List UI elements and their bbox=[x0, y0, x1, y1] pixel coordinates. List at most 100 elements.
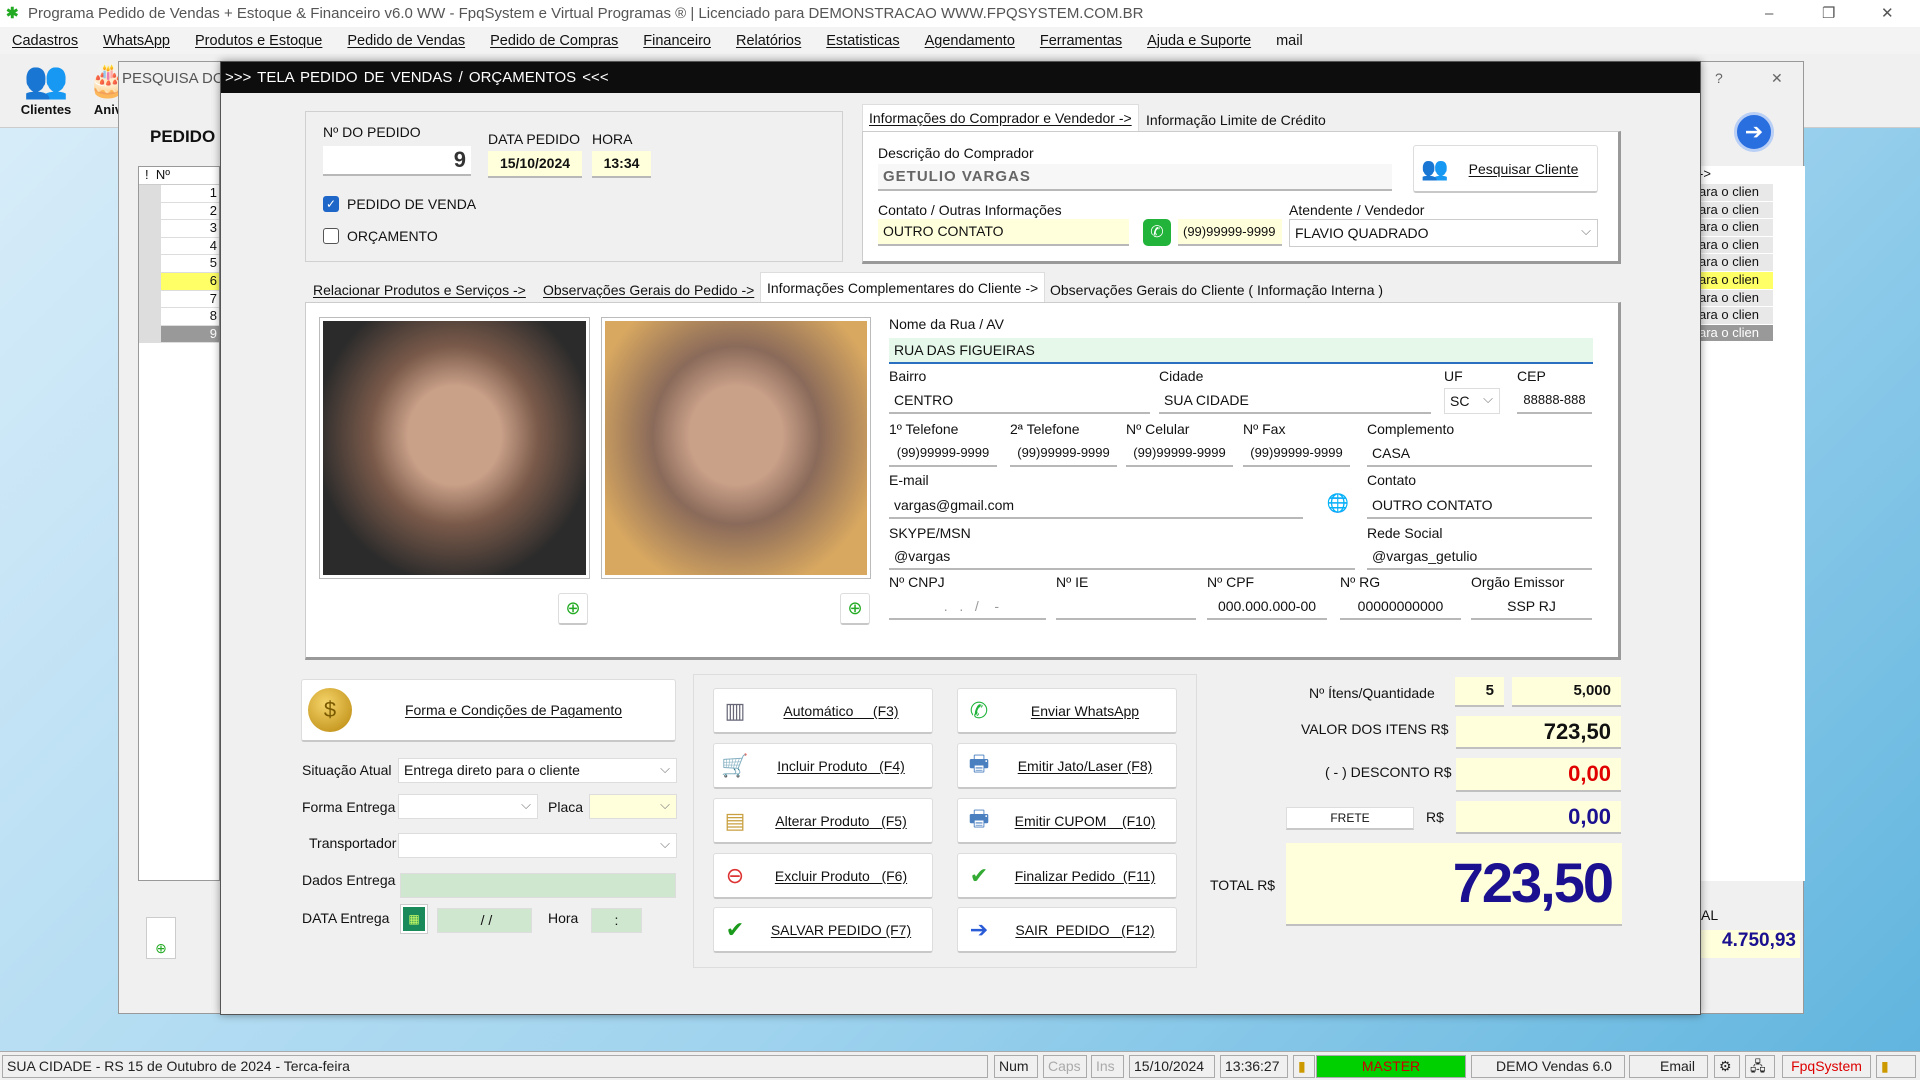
cpf-field[interactable]: 000.000.000-00 bbox=[1207, 594, 1327, 620]
action-button-4[interactable]: ▤ Alterar Produto (F5) bbox=[713, 798, 933, 844]
rg-field[interactable]: 00000000000 bbox=[1340, 594, 1461, 620]
grid-cell[interactable]: ara o clien bbox=[1699, 307, 1773, 325]
minimize-button[interactable]: – bbox=[1765, 0, 1773, 27]
action-button-8[interactable]: ✔ SALVAR PEDIDO (F7) bbox=[713, 907, 933, 953]
status-email[interactable]: Email bbox=[1629, 1055, 1708, 1078]
settings-icon[interactable]: ⚙ bbox=[1714, 1055, 1740, 1078]
action-button-5[interactable]: 🖶 Emitir CUPOM (F10) bbox=[957, 798, 1177, 844]
pedido-venda-checkbox[interactable]: ✓ bbox=[323, 196, 339, 212]
tab-observacoes-cliente[interactable]: Observações Gerais do Cliente ( Informaç… bbox=[1044, 278, 1389, 302]
menu-item[interactable]: Pedido de Vendas bbox=[347, 33, 465, 49]
maximize-button[interactable]: ❐ bbox=[1822, 0, 1835, 27]
add-photo-1-button[interactable]: ⊕ bbox=[558, 593, 588, 625]
menu-item[interactable]: mail bbox=[1276, 33, 1303, 49]
cep-field[interactable]: 88888-888 bbox=[1517, 388, 1592, 414]
menu-item[interactable]: Ferramentas bbox=[1040, 33, 1122, 49]
bg-close-button[interactable]: ✕ bbox=[1771, 70, 1783, 87]
next-arrow-button[interactable]: ➔ bbox=[1734, 112, 1774, 152]
uf-field[interactable]: SC bbox=[1444, 388, 1500, 414]
order-number-field[interactable]: 9 bbox=[323, 146, 471, 176]
grid-cell[interactable]: ara o clien bbox=[1699, 184, 1773, 202]
orgao-emissor-field[interactable]: SSP RJ bbox=[1471, 594, 1592, 620]
grid-row[interactable]: 1 bbox=[139, 185, 219, 203]
transportador-field[interactable] bbox=[398, 833, 677, 858]
fax-field[interactable]: (99)99999-9999 bbox=[1243, 441, 1350, 467]
whatsapp-button[interactable]: ✆ bbox=[1143, 219, 1171, 246]
grid-row[interactable]: 8 bbox=[139, 308, 219, 326]
action-button-0[interactable]: ▥ Automático (F3) bbox=[713, 688, 933, 734]
order-time-field[interactable]: 13:34 bbox=[592, 151, 651, 178]
close-button[interactable]: ✕ bbox=[1881, 0, 1894, 27]
grid-cell[interactable]: ara o clien bbox=[1699, 236, 1773, 255]
grid-cell[interactable]: ara o clien bbox=[1699, 201, 1773, 220]
seller-select[interactable]: FLAVIO QUADRADO bbox=[1289, 219, 1598, 247]
menu-item[interactable]: Cadastros bbox=[12, 33, 78, 49]
grid-cell[interactable]: ara o clien bbox=[1699, 324, 1773, 343]
placa-field[interactable] bbox=[589, 794, 677, 819]
action-button-3[interactable]: 🖶 Emitir Jato/Laser (F8) bbox=[957, 743, 1177, 789]
tel1-field[interactable]: (99)99999-9999 bbox=[889, 441, 997, 467]
cidade-field[interactable]: SUA CIDADE bbox=[1159, 388, 1431, 414]
grid-cell[interactable]: ara o clien bbox=[1699, 254, 1773, 272]
tel2-field[interactable]: (99)99999-9999 bbox=[1010, 441, 1117, 467]
network-icon[interactable]: 🖧 bbox=[1745, 1055, 1775, 1078]
calendar-button[interactable]: ▦ bbox=[401, 905, 427, 933]
rede-social-field[interactable]: @vargas_getulio bbox=[1367, 544, 1592, 570]
menu-item[interactable]: Relatórios bbox=[736, 33, 801, 49]
menu-item[interactable]: Financeiro bbox=[643, 33, 711, 49]
bg-add-button[interactable]: ⊕ bbox=[146, 917, 176, 959]
grid-row[interactable]: 9 bbox=[139, 325, 219, 344]
frete-field[interactable]: 0,00 bbox=[1456, 801, 1621, 834]
contato-field[interactable]: OUTRO CONTATO bbox=[1367, 493, 1592, 519]
tab-relacionar-produtos[interactable]: Relacionar Produtos e Serviços -> bbox=[307, 278, 532, 302]
send-email-button[interactable]: 🌐 bbox=[1325, 493, 1351, 519]
bairro-field[interactable]: CENTRO bbox=[889, 388, 1150, 414]
action-button-9[interactable]: ➔ SAIR PEDIDO (F12) bbox=[957, 907, 1177, 953]
contact-field[interactable]: OUTRO CONTATO bbox=[878, 219, 1129, 246]
grid-row[interactable]: 3 bbox=[139, 220, 219, 238]
menu-item[interactable]: Produtos e Estoque bbox=[195, 33, 322, 49]
skype-field[interactable]: @vargas bbox=[889, 544, 1355, 570]
cel-field[interactable]: (99)99999-9999 bbox=[1126, 441, 1233, 467]
menu-item[interactable]: Ajuda e Suporte bbox=[1147, 33, 1251, 49]
data-entrega-field[interactable]: / / bbox=[437, 908, 532, 933]
email-field[interactable]: vargas@gmail.com bbox=[889, 493, 1303, 519]
clientes-button[interactable]: 👥 Clientes bbox=[14, 58, 78, 126]
ie-field[interactable] bbox=[1056, 594, 1196, 620]
buyer-desc-field[interactable]: GETULIO VARGAS bbox=[878, 164, 1392, 191]
payment-conditions-button[interactable]: $ Forma e Condições de Pagamento bbox=[301, 679, 676, 742]
action-button-1[interactable]: ✆ Enviar WhatsApp bbox=[957, 688, 1177, 734]
tab-comprador-vendedor[interactable]: Informações do Comprador e Vendedor -> bbox=[862, 104, 1139, 131]
street-field[interactable]: RUA DAS FIGUEIRAS bbox=[889, 338, 1593, 364]
search-client-button[interactable]: 👥 Pesquisar Cliente bbox=[1413, 145, 1598, 193]
action-button-7[interactable]: ✔ Finalizar Pedido (F11) bbox=[957, 853, 1177, 899]
menu-item[interactable]: WhatsApp bbox=[103, 33, 170, 49]
forma-entrega-field[interactable] bbox=[398, 794, 538, 819]
grid-row[interactable]: 4 bbox=[139, 237, 219, 256]
frete-button[interactable]: FRETE bbox=[1286, 807, 1414, 830]
menu-item[interactable]: Pedido de Compras bbox=[490, 33, 618, 49]
tab-limite-credito[interactable]: Informação Limite de Crédito bbox=[1140, 108, 1332, 132]
grid-row[interactable]: 7 bbox=[139, 290, 219, 309]
situacao-field[interactable]: Entrega direto para o cliente bbox=[398, 758, 677, 783]
grid-row[interactable]: 5 bbox=[139, 255, 219, 273]
dados-entrega-field[interactable] bbox=[400, 873, 676, 898]
bg-order-grid[interactable]: ! Nº 1 2 3 4 5 6 7 8 9 bbox=[138, 166, 220, 881]
hora-entrega-field[interactable]: : bbox=[591, 908, 642, 933]
discount-field[interactable]: 0,00 bbox=[1456, 758, 1621, 792]
menu-item[interactable]: Estatisticas bbox=[826, 33, 899, 49]
grid-cell[interactable]: ara o clien bbox=[1699, 219, 1773, 237]
order-date-field[interactable]: 15/10/2024 bbox=[488, 151, 582, 178]
menu-item[interactable]: Agendamento bbox=[925, 33, 1015, 49]
bg-help-button[interactable]: ? bbox=[1715, 70, 1723, 86]
orcamento-checkbox[interactable] bbox=[323, 228, 339, 244]
add-photo-2-button[interactable]: ⊕ bbox=[840, 593, 870, 625]
grid-cell[interactable]: ara o clien bbox=[1699, 271, 1773, 290]
cnpj-field[interactable]: . . / - bbox=[889, 594, 1046, 620]
tab-informacoes-complementares[interactable]: Informações Complementares do Cliente -> bbox=[760, 272, 1046, 303]
action-button-2[interactable]: 🛒 Incluir Produto (F4) bbox=[713, 743, 933, 789]
action-button-6[interactable]: ⊖ Excluir Produto (F6) bbox=[713, 853, 933, 899]
complemento-field[interactable]: CASA bbox=[1367, 441, 1592, 467]
grid-row[interactable]: 2 bbox=[139, 202, 219, 221]
grid-cell[interactable]: ara o clien bbox=[1699, 289, 1773, 308]
